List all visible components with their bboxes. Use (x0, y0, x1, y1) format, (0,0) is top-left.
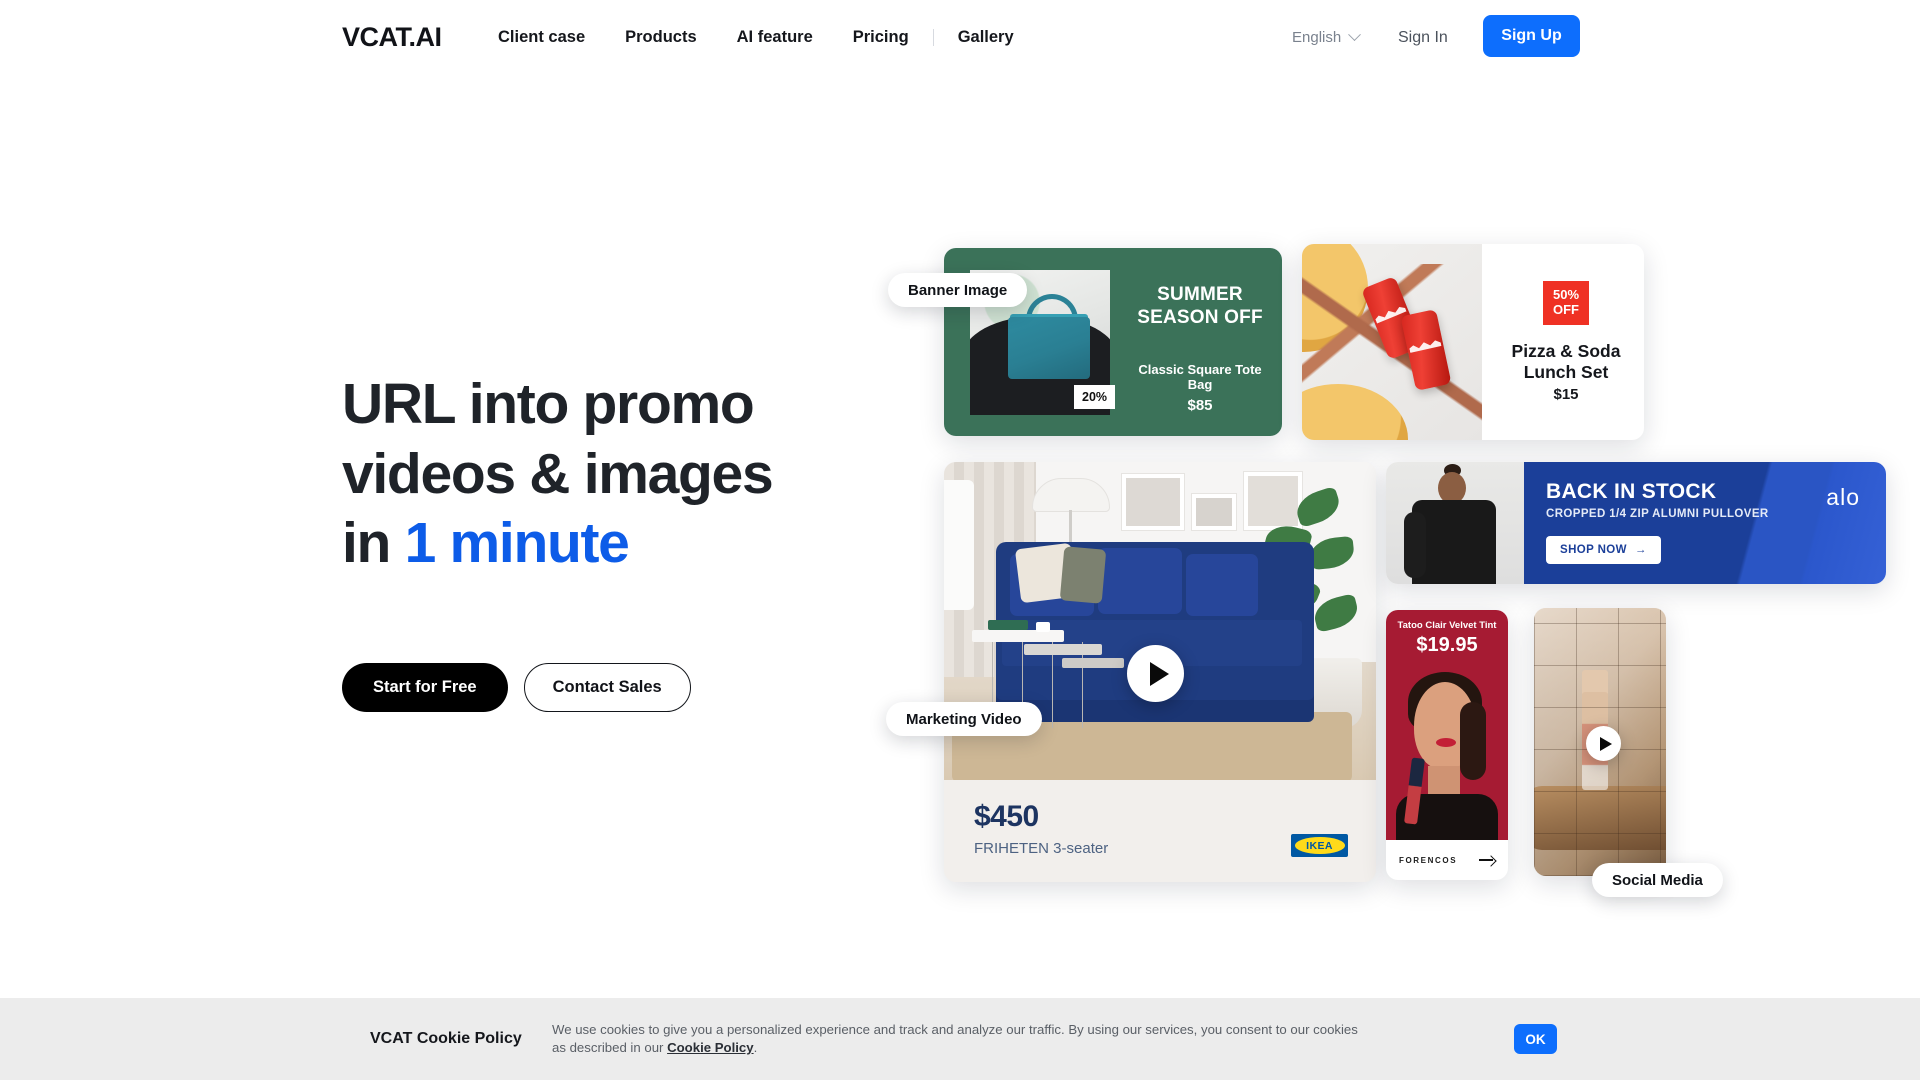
wall-frame-1 (1122, 474, 1184, 530)
play-icon[interactable] (1586, 726, 1621, 761)
tote-flap (1010, 314, 1088, 340)
tote-handle (1026, 294, 1078, 324)
tote-discount-badge: 20% (1074, 385, 1116, 409)
window (944, 480, 974, 610)
main-nav: Client case Products AI feature Pricing … (478, 28, 1034, 47)
arrow-right-icon[interactable] (1479, 855, 1495, 865)
cookie-text: We use cookies to give you a personalize… (552, 1021, 1362, 1058)
chevron-down-icon (1348, 28, 1362, 42)
pizza-discount-badge: 50% OFF (1542, 280, 1590, 325)
tote-title-line-1: SUMMER (1157, 284, 1243, 305)
play-icon[interactable] (1127, 645, 1184, 702)
ikea-logo-text: IKEA (1294, 837, 1345, 854)
label-marketing-video: Marketing Video (886, 702, 1042, 736)
nesting-table-2 (1024, 644, 1102, 655)
card-pizza-soda[interactable]: 50% OFF Pizza & Soda Lunch Set $15 (1302, 244, 1644, 440)
tote-clasp (1044, 336, 1054, 348)
pizza-info: 50% OFF Pizza & Soda Lunch Set $15 (1488, 244, 1644, 440)
nav-item-products[interactable]: Products (605, 28, 717, 47)
tote-text-block: SUMMER SEASON OFF Classic Square Tote Ba… (1130, 284, 1270, 414)
cookie-text-after: . (753, 1040, 758, 1055)
shop-now-button[interactable]: SHOP NOW → (1546, 536, 1661, 564)
cookie-title: VCAT Cookie Policy (370, 1030, 522, 1047)
pizza-price: $15 (1553, 386, 1579, 404)
cosmetics-footer: FORENCOS (1386, 840, 1508, 880)
nav-item-gallery[interactable]: Gallery (938, 28, 1034, 47)
cosmetics-price: $19.95 (1416, 634, 1478, 656)
label-social-media: Social Media (1592, 863, 1723, 897)
model-arm (1404, 512, 1426, 578)
sign-in-link[interactable]: Sign In (1398, 29, 1448, 47)
sofa-cushion-3 (1186, 554, 1258, 616)
nav-divider (932, 29, 934, 46)
nesting-table-1 (972, 630, 1064, 642)
sign-up-button[interactable]: Sign Up (1483, 15, 1580, 57)
ikea-price: $450 (974, 800, 1039, 833)
alo-headline: BACK IN STOCK (1546, 480, 1717, 503)
language-selector[interactable]: English (1292, 28, 1362, 46)
cookie-policy-link[interactable]: Cookie Policy (667, 1040, 753, 1055)
hero-collage: 20% SUMMER SEASON OFF Classic Square Tot… (0, 0, 1920, 1000)
language-label: English (1292, 29, 1342, 46)
nav-item-ai-feature[interactable]: AI feature (717, 28, 833, 47)
nav-item-pricing[interactable]: Pricing (833, 28, 929, 47)
label-banner-image: Banner Image (888, 273, 1028, 307)
alo-brand-logo: alo (1826, 484, 1860, 510)
pizza-badge-line-2: OFF (1553, 301, 1579, 317)
wall-frame-2 (1192, 494, 1236, 530)
card-alo-banner[interactable]: BACK IN STOCK CROPPED 1/4 ZIP ALUMNI PUL… (1386, 462, 1886, 584)
pizza-title-line-1: Pizza & Soda (1511, 340, 1621, 361)
cookie-banner: VCAT Cookie Policy We use cookies to giv… (0, 998, 1920, 1080)
alo-model-photo (1386, 462, 1528, 584)
ikea-footer: $450 FRIHETEN 3-seater IKEA (944, 780, 1376, 882)
ikea-logo: IKEA (1291, 834, 1348, 857)
tote-price: $85 (1187, 396, 1213, 414)
card-cosmetics[interactable]: Tatoo Clair Velvet Tint $19.95 FORENCOS (1386, 610, 1508, 880)
tote-title-line-2: SEASON OFF (1137, 306, 1263, 328)
site-header: VCAT.AI Client case Products AI feature … (0, 0, 1920, 80)
arrow-right-icon: → (1634, 544, 1647, 556)
alo-subhead: CROPPED 1/4 ZIP ALUMNI PULLOVER (1546, 508, 1769, 520)
cup (1036, 622, 1050, 632)
cosmetics-brand: FORENCOS (1399, 855, 1458, 865)
sofa-cushion-2 (1098, 548, 1182, 614)
cosmetics-photo: Tatoo Clair Velvet Tint $19.95 (1386, 610, 1508, 840)
model-hair-side (1460, 702, 1486, 780)
book (988, 620, 1028, 630)
pizza-badge-line-1: 50% (1552, 286, 1580, 302)
alo-blue-panel: BACK IN STOCK CROPPED 1/4 ZIP ALUMNI PUL… (1524, 462, 1886, 584)
nav-item-client-case[interactable]: Client case (478, 28, 605, 47)
pillow-green (1059, 546, 1107, 604)
ikea-product-name: FRIHETEN 3-seater (974, 840, 1109, 857)
nesting-table-3 (1062, 658, 1124, 668)
shop-now-label: SHOP NOW (1560, 544, 1627, 556)
logo[interactable]: VCAT.AI (342, 22, 442, 53)
pizza-title-line-2: Lunch Set (1523, 361, 1609, 382)
pizza-photo (1302, 244, 1482, 440)
cookie-ok-button[interactable]: OK (1514, 1024, 1557, 1054)
floor-lamp-icon (1032, 478, 1110, 512)
cosmetics-product-name: Tatoo Clair Velvet Tint (1397, 620, 1497, 631)
tote-product-name: Classic Square Tote Bag (1138, 361, 1262, 392)
model-lips (1436, 738, 1456, 747)
